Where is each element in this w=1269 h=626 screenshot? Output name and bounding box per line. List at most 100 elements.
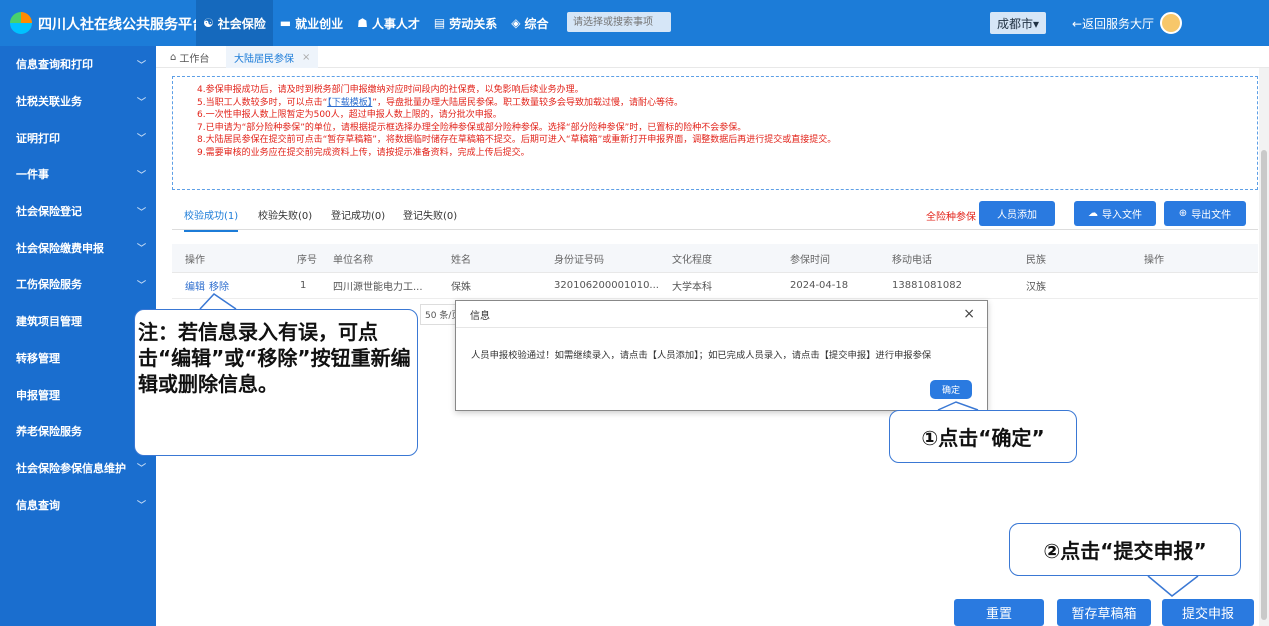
tab-workbench[interactable]: ⌂ 工作台 [170, 46, 209, 68]
sidebar-item-label: 社会保险缴费申报 [16, 241, 104, 255]
submit-declaration-button[interactable]: 提交申报 [1162, 599, 1254, 626]
download-template-link[interactable]: 【下载模板】 [327, 98, 372, 108]
sidebar-item-info-query[interactable]: 信息查询 ﹀ [0, 486, 156, 523]
notice-line: 5.当职工人数较多时，可以点击“【下载模板】”，导盘批量办理大陆居民参保。职工数… [197, 97, 1257, 110]
export-file-button[interactable]: ⊕ 导出文件 [1164, 201, 1246, 226]
sidebar-item-tax-linkage[interactable]: 社税关联业务 ﹀ [0, 83, 156, 120]
scrollbar-thumb[interactable] [1261, 150, 1267, 620]
nav-labor-relations[interactable]: ▤ 劳动关系 [427, 0, 504, 46]
nav-label: 就业创业 [295, 16, 344, 31]
sidebar-item-construction-project[interactable]: 建筑项目管理﹀ [0, 303, 156, 340]
table-header: 操作 序号 单位名称 姓名 身份证号码 文化程度 参保时间 移动电话 民族 操作 [172, 244, 1258, 273]
cell-phone: 13881081082 [892, 280, 962, 291]
tab-label: 工作台 [179, 53, 210, 65]
sidebar-item-label: 信息查询 [16, 498, 60, 512]
dialog-message: 人员申报校验通过！如需继续录入，请点击【人员添加】；如已完成人员录入，请点击【提… [471, 350, 932, 361]
sidebar-item-label: 社会保险参保信息维护 [16, 461, 126, 475]
tab-validation-failed[interactable]: 校验失败(0) [258, 207, 312, 222]
sidebar-item-declaration[interactable]: 申报管理﹀ [0, 376, 156, 413]
close-icon[interactable]: × [963, 306, 975, 322]
sidebar-item-insurance-registration[interactable]: 社会保险登记 ﹀ [0, 193, 156, 230]
sidebar-item-label: 一件事 [16, 168, 49, 182]
chevron-down-icon: ﹀ [136, 170, 146, 181]
employment-icon: ▬ [279, 16, 292, 30]
column-header: 文化程度 [672, 254, 712, 266]
person-table: 操作 序号 单位名称 姓名 身份证号码 文化程度 参保时间 移动电话 民族 操作… [172, 244, 1258, 299]
cell-ethnicity: 汉族 [1026, 282, 1046, 293]
step1-callout: ①点击“确定” [889, 410, 1077, 463]
close-icon[interactable]: × [302, 52, 310, 63]
sidebar: 信息查询和打印 ﹀ 社税关联业务 ﹀ 证明打印 ﹀ 一件事 ﹀ 社会保险登记 ﹀ 社会保险… [0, 46, 156, 626]
logo-icon [10, 12, 32, 34]
nav-label: 劳动关系 [449, 16, 498, 31]
import-file-button[interactable]: ☁ 导入文件 [1074, 201, 1156, 226]
save-draft-button[interactable]: 暂存草稿箱 [1057, 599, 1151, 626]
nav-social-insurance[interactable]: ☯ 社会保险 [196, 0, 273, 46]
add-person-button[interactable]: 人员添加 [979, 201, 1055, 226]
chevron-down-icon: ﹀ [136, 280, 146, 291]
avatar[interactable] [1160, 12, 1182, 34]
download-icon: ⊕ [1178, 208, 1188, 219]
sidebar-item-certificate-print[interactable]: 证明打印 ﹀ [0, 119, 156, 156]
column-header: 身份证号码 [554, 254, 604, 266]
cell-insured-date: 2024-04-18 [790, 280, 849, 291]
nav-personnel[interactable]: ☗ 人事人才 [350, 0, 427, 46]
labor-relations-icon: ▤ [433, 16, 446, 30]
chevron-down-icon: ﹀ [136, 60, 146, 71]
chevron-down-icon: ﹀ [136, 244, 146, 255]
cell-education: 大学本科 [672, 282, 712, 293]
nav-employment[interactable]: ▬ 就业创业 [273, 0, 350, 46]
tab-register-failed[interactable]: 登记失败(0) [403, 207, 457, 222]
sidebar-item-transfer[interactable]: 转移管理﹀ [0, 340, 156, 377]
notice-line: 4.参保申报成功后，请及时到税务部门申报缴纳对应时间段内的社保费，以免影响后续业… [197, 85, 584, 95]
sidebar-item-label: 转移管理 [16, 351, 60, 365]
tab-register-success[interactable]: 登记成功(0) [331, 207, 385, 222]
sidebar-item-pension[interactable]: 养老保险服务﹀ [0, 413, 156, 450]
dialog-title: 信息 [470, 310, 490, 322]
layers-icon: ◈ [511, 16, 521, 30]
sidebar-item-insured-info[interactable]: 社会保险参保信息维护 ﹀ [0, 450, 156, 487]
nav-label: 社会保险 [217, 16, 266, 31]
tab-mainland-resident-insurance[interactable]: 大陆居民参保 × [226, 46, 319, 68]
nav-general[interactable]: ◈ 综合 [504, 0, 555, 46]
notice-line: 7.已申请为“部分险种参保”的单位，请根据提示框选择办理全险种参保或部分险种参保… [197, 122, 747, 133]
button-label: 导入文件 [1102, 210, 1142, 221]
nav-label: 综合 [524, 16, 549, 31]
sidebar-item-payment-declaration[interactable]: 社会保险缴费申报 ﹀ [0, 229, 156, 266]
city-selector[interactable]: 成都市▾ [990, 12, 1046, 34]
reset-button[interactable]: 重置 [954, 599, 1044, 626]
notice-text: ”，导盘批量办理大陆居民参保。职工数量较多会导致加载过慢，请耐心等待。 [372, 97, 683, 108]
cell-actions [1131, 273, 1258, 298]
column-header: 单位名称 [333, 254, 373, 266]
step2-pointer [1147, 575, 1199, 597]
dialog-header: 信息 × [456, 301, 987, 328]
button-label: 导出文件 [1191, 210, 1232, 221]
cell-seq: 1 [300, 280, 307, 291]
chevron-down-icon: ﹀ [136, 97, 146, 108]
top-bar: 四川人社在线公共服务平台 ☯ 社会保险 ▬ 就业创业 ☗ 人事人才 ▤ 劳动关系… [0, 0, 1269, 46]
chevron-down-icon: ﹀ [136, 207, 146, 218]
column-header: 移动电话 [892, 254, 932, 266]
remove-link[interactable]: 移除 [209, 278, 229, 293]
notice-line: 6.一次性申报人数上限暂定为500人，超过申报人数上限的，请分批次申报。 [197, 110, 502, 121]
sidebar-item-label: 信息查询和打印 [16, 58, 93, 72]
search-input[interactable] [567, 12, 671, 32]
sidebar-item-work-injury[interactable]: 工伤保险服务 ﹀ [0, 266, 156, 303]
column-header: 姓名 [451, 254, 471, 266]
row-actions: 编辑 移除 [172, 273, 290, 298]
tab-validation-success[interactable]: 校验成功(1) [184, 207, 239, 232]
edit-link[interactable]: 编辑 [185, 278, 205, 293]
home-icon: ⌂ [170, 51, 177, 63]
notice-line: 9.需要审核的业务应在提交前完成资料上传，请按提示准备资料，完成上传后提交。 [197, 147, 530, 158]
sidebar-item-label: 证明打印 [16, 131, 60, 145]
cell-name: 保姝 [451, 282, 471, 293]
back-to-hall-link[interactable]: ←返回服务大厅 [1072, 15, 1154, 32]
sidebar-item-info-query-print[interactable]: 信息查询和打印 ﹀ [0, 46, 156, 83]
notice-text: 5.当职工人数较多时，可以点击“ [197, 97, 328, 108]
sidebar-item-one-thing[interactable]: 一件事 ﹀ [0, 156, 156, 193]
chevron-down-icon: ﹀ [136, 464, 146, 475]
column-header: 操作 [185, 254, 205, 266]
confirm-button[interactable]: 确定 [930, 380, 972, 399]
tab-label: 大陆居民参保 [234, 53, 294, 65]
column-header: 民族 [1026, 254, 1046, 266]
